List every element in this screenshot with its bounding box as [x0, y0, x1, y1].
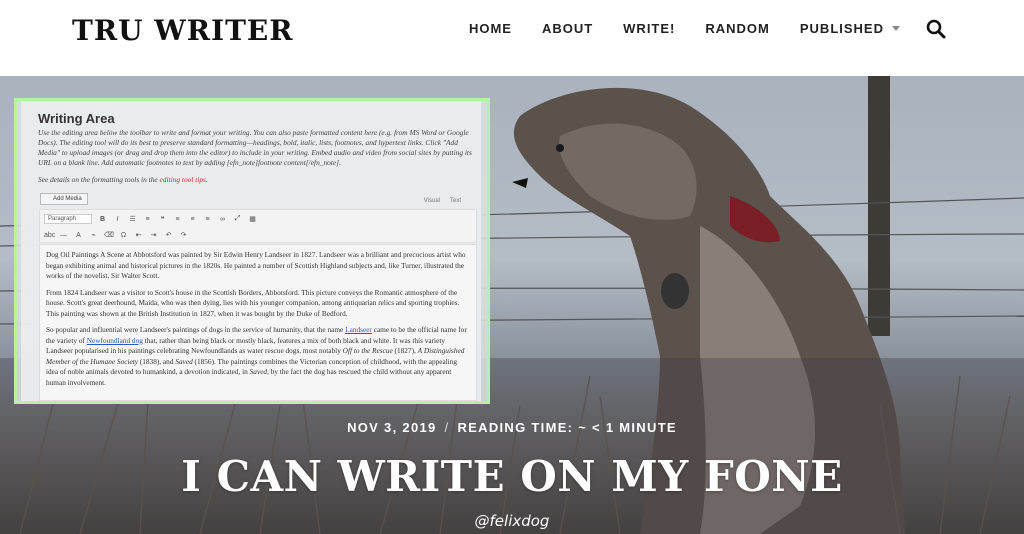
writing-area-tips: See details on the formatting tools in t… — [38, 175, 208, 184]
nav-item-label: RANDOM — [705, 21, 770, 36]
text-run: (1827), — [392, 346, 418, 355]
outdent-icon[interactable]: ⇤ — [134, 231, 143, 239]
tips-prefix: See details on the formatting tools in t… — [38, 175, 160, 184]
hero-image: Writing Area Use the editing area below … — [0, 76, 1024, 534]
post-author[interactable]: @felixdog — [0, 512, 1024, 530]
italic-run: Saved — [175, 356, 193, 366]
editor-screenshot: Writing Area Use the editing area below … — [14, 98, 490, 404]
editor-paragraph: So popular and influential were Landseer… — [46, 325, 470, 388]
special-char-icon[interactable]: Ω — [119, 232, 128, 239]
chevron-down-icon — [892, 26, 900, 31]
paragraph-select[interactable]: Paragraph — [44, 214, 92, 224]
paste-text-icon[interactable]: ⌁ — [89, 231, 98, 239]
italic-run: Saved — [249, 367, 268, 376]
nav-item-about[interactable]: ABOUT — [542, 21, 593, 36]
tips-suffix: . — [205, 175, 208, 184]
indent-icon[interactable]: ⇥ — [149, 231, 158, 239]
editor-paragraph: From 1824 Landseer was a visitor to Scot… — [46, 287, 460, 318]
numbered-list-icon[interactable]: ≡ — [143, 216, 152, 223]
writing-area-title: Writing Area — [38, 111, 115, 126]
blockquote-icon[interactable]: ❝ — [158, 215, 167, 223]
editor-paragraph: Dog Oil Paintings A Scene at Abbotsford … — [46, 250, 466, 280]
bold-icon[interactable]: B — [98, 216, 107, 223]
undo-icon[interactable]: ↶ — [164, 231, 173, 239]
text-color-icon[interactable]: A — [74, 232, 83, 239]
nav-item-label: HOME — [468, 21, 512, 36]
editor-tabs: Visual Text — [414, 198, 461, 204]
italic-run: Off to the Rescue — [342, 346, 393, 355]
link-icon[interactable]: ∞ — [218, 216, 227, 223]
nav-item-home[interactable]: HOME — [469, 21, 512, 36]
nav-item-random[interactable]: RANDOM — [705, 21, 770, 36]
toolbar-toggle-icon[interactable]: ▦ — [248, 215, 257, 223]
tab-visual[interactable]: Visual — [424, 198, 440, 204]
fullscreen-icon[interactable]: ⤢ — [233, 215, 242, 223]
nav-item-published[interactable]: PUBLISHED — [800, 21, 900, 36]
horizontal-line-icon[interactable]: — — [59, 232, 68, 239]
align-center-icon[interactable]: ≡ — [188, 216, 197, 223]
landseer-link[interactable]: Landseer — [345, 325, 372, 334]
editor-content[interactable]: Dog Oil Paintings A Scene at Abbotsford … — [39, 244, 477, 401]
writing-area-description: Use the editing area below the toolbar t… — [38, 128, 472, 167]
editor-panel: Writing Area Use the editing area below … — [21, 101, 481, 401]
clear-format-icon[interactable]: ⌫ — [104, 231, 114, 239]
align-left-icon[interactable]: ≡ — [173, 216, 182, 223]
nav-item-label: WRITE! — [623, 21, 676, 36]
main-nav: HOME ABOUT WRITE! RANDOM PUBLISHED — [439, 21, 900, 36]
toolbar-row-1: Paragraph B I ☰ ≡ ❝ ≡ ≡ ≡ ∞ ⤢ ▦ — [44, 213, 257, 225]
nav-item-write[interactable]: WRITE! — [623, 21, 675, 36]
redo-icon[interactable]: ↷ — [179, 231, 188, 239]
bullet-list-icon[interactable]: ☰ — [128, 215, 137, 223]
text-run: (1838), and — [138, 356, 176, 366]
search-icon[interactable] — [926, 19, 946, 39]
reading-time: READING TIME: ~ < 1 MINUTE — [457, 420, 677, 435]
tab-text[interactable]: Text — [450, 198, 461, 204]
tips-link[interactable]: editing tool tips — [160, 175, 206, 184]
nav-item-label: PUBLISHED — [799, 21, 884, 36]
italic-icon[interactable]: I — [113, 216, 122, 223]
newfoundland-link[interactable]: Newfoundland dog — [87, 336, 143, 345]
site-logo[interactable]: TRU WRITER — [72, 14, 294, 47]
toolbar-row-2: abc — A ⌁ ⌫ Ω ⇤ ⇥ ↶ ↷ — [44, 229, 188, 241]
editor-toolbar: Paragraph B I ☰ ≡ ❝ ≡ ≡ ≡ ∞ ⤢ ▦ abc — A — [39, 209, 477, 243]
site-header: TRU WRITER HOME ABOUT WRITE! RANDOM PUBL… — [0, 0, 1024, 76]
post-date: NOV 3, 2019 — [347, 420, 437, 435]
text-run: So popular and influential were Landseer… — [46, 325, 346, 334]
align-right-icon[interactable]: ≡ — [203, 216, 212, 223]
meta-separator: / — [444, 420, 450, 435]
nav-item-label: ABOUT — [541, 21, 594, 36]
add-media-button[interactable]: Add Media — [40, 193, 88, 205]
post-title: I CAN WRITE ON MY FONE — [181, 452, 843, 501]
post-meta: NOV 3, 2019 / READING TIME: ~ < 1 MINUTE — [0, 420, 1024, 435]
strikethrough-icon[interactable]: abc — [44, 232, 55, 239]
